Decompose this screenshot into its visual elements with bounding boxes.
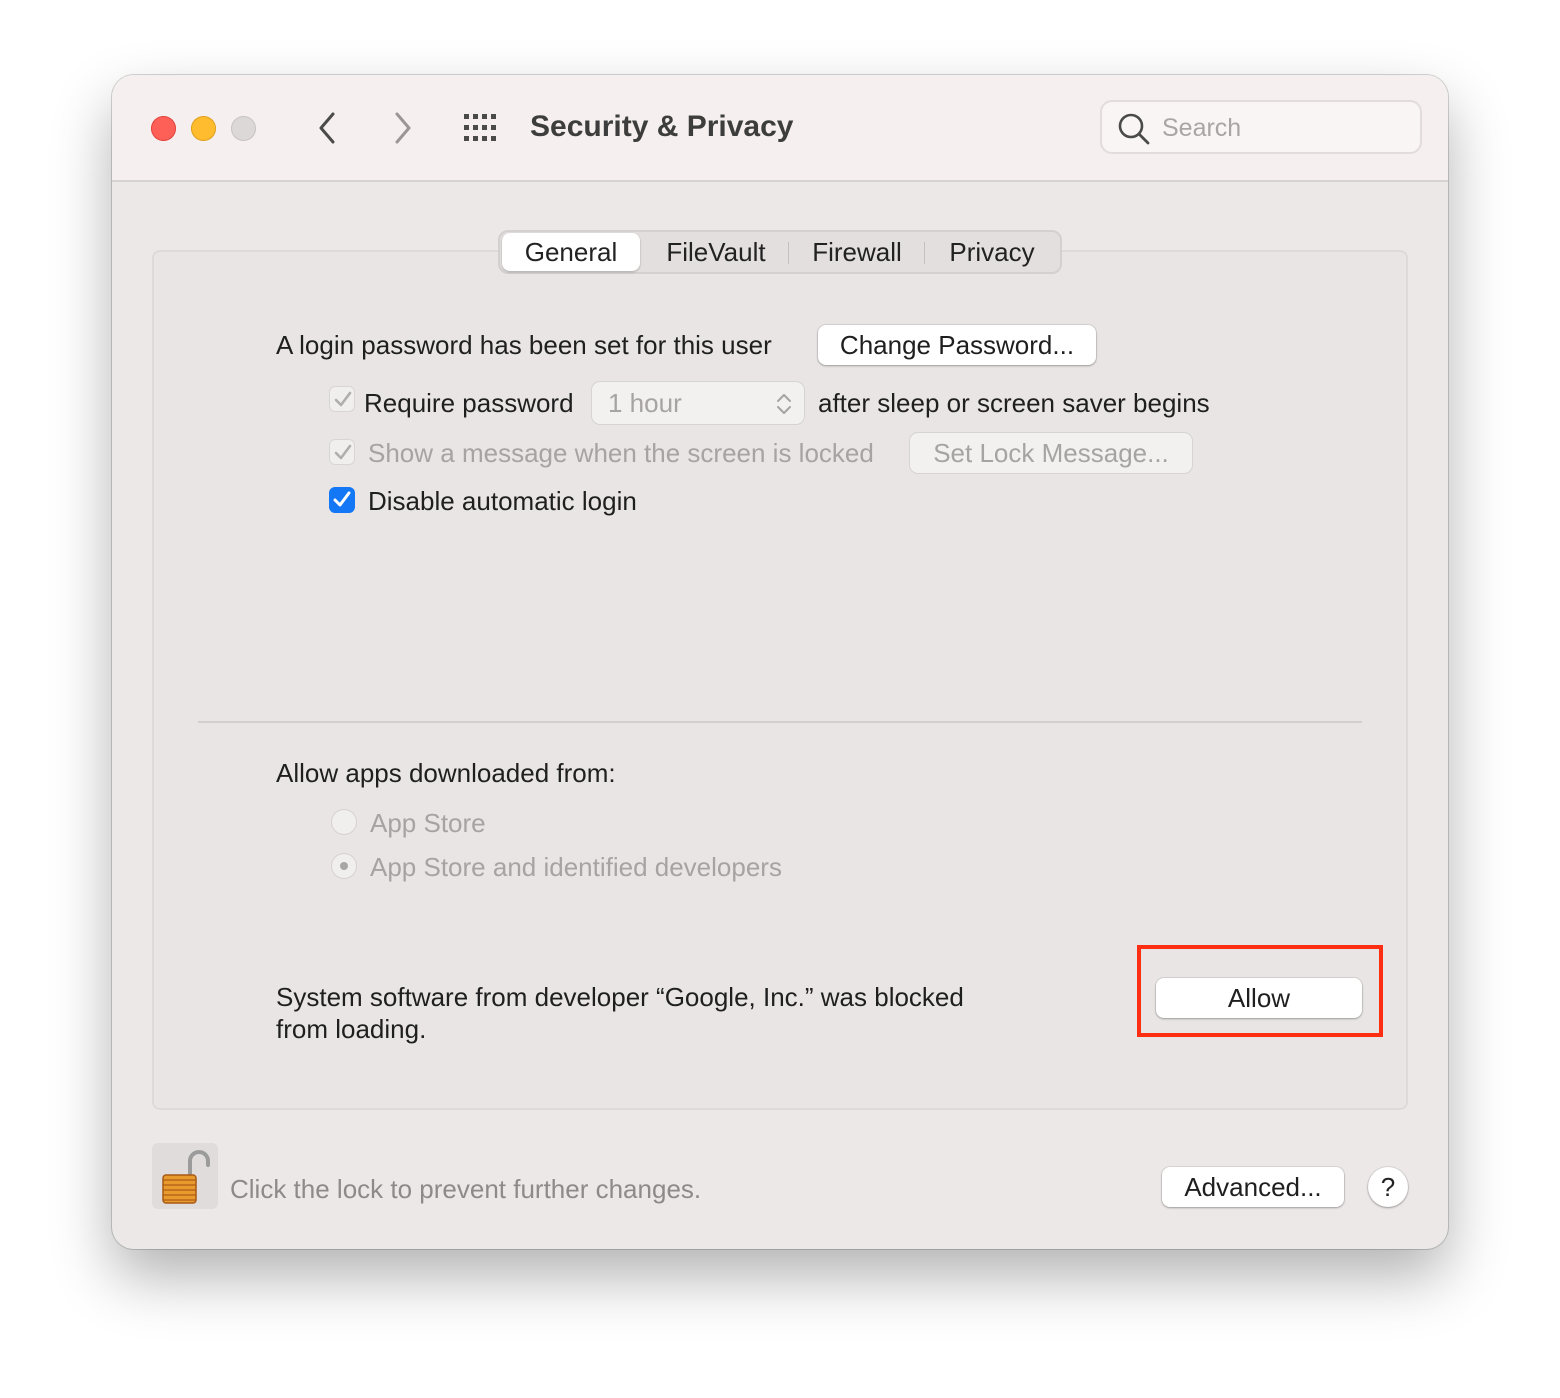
blocked-message-line2: from loading. <box>276 1014 427 1044</box>
radio-app-store-identified[interactable] <box>331 853 357 879</box>
set-lock-message-button[interactable]: Set Lock Message... <box>910 433 1192 473</box>
radio-dot <box>340 862 348 870</box>
chevron-right-icon <box>395 112 411 144</box>
require-password-label: Require password <box>364 388 574 418</box>
preferences-window: Security & Privacy General FileVault Fir… <box>112 75 1448 1249</box>
lock-button[interactable] <box>152 1143 218 1209</box>
search-field[interactable] <box>1100 100 1422 154</box>
checkmark-icon <box>334 391 352 407</box>
tab-filevault[interactable]: FileVault <box>642 232 790 272</box>
show-all-button[interactable] <box>462 111 502 145</box>
unlocked-lock-icon <box>152 1143 218 1209</box>
search-icon <box>1118 113 1150 145</box>
tab-general[interactable]: General <box>502 233 640 271</box>
back-button[interactable] <box>308 108 348 148</box>
radio-app-store[interactable] <box>331 809 357 835</box>
require-password-delay-select[interactable]: 1 hour <box>592 382 804 424</box>
require-password-suffix: after sleep or screen saver begins <box>818 388 1210 418</box>
zoom-button[interactable] <box>231 116 256 141</box>
disable-auto-login-label: Disable automatic login <box>368 486 637 516</box>
allow-apps-heading: Allow apps downloaded from: <box>276 758 616 788</box>
tab-firewall[interactable]: Firewall <box>790 232 924 272</box>
advanced-button[interactable]: Advanced... <box>1162 1167 1344 1207</box>
disable-auto-login-checkbox[interactable] <box>329 487 355 513</box>
chevron-left-icon <box>319 112 335 144</box>
window-title: Security & Privacy <box>530 110 794 143</box>
require-password-checkbox[interactable] <box>329 386 355 412</box>
radio-app-store-identified-label: App Store and identified developers <box>370 852 782 882</box>
tab-separator <box>788 242 789 264</box>
lock-status-text: Click the lock to prevent further change… <box>230 1174 702 1204</box>
grid-icon <box>464 114 496 141</box>
radio-app-store-label: App Store <box>370 808 486 838</box>
show-message-label: Show a message when the screen is locked <box>368 438 874 468</box>
select-value: 1 hour <box>608 387 682 418</box>
search-input[interactable] <box>1162 110 1402 146</box>
allow-button[interactable]: Allow <box>1156 978 1362 1018</box>
login-password-text: A login password has been set for this u… <box>276 330 772 360</box>
tab-privacy[interactable]: Privacy <box>924 232 1060 272</box>
show-message-checkbox[interactable] <box>329 439 355 465</box>
title-bar: Security & Privacy <box>112 75 1448 182</box>
help-button[interactable]: ? <box>1368 1167 1408 1207</box>
chevron-up-down-icon <box>777 394 791 414</box>
section-divider <box>198 721 1362 723</box>
checkmark-icon <box>334 444 352 460</box>
minimize-button[interactable] <box>191 116 216 141</box>
tab-bar: General FileVault Firewall Privacy <box>498 230 1062 274</box>
forward-button[interactable] <box>382 108 422 148</box>
checkmark-icon <box>333 491 351 507</box>
close-button[interactable] <box>151 116 176 141</box>
change-password-button[interactable]: Change Password... <box>818 325 1096 365</box>
blocked-message-line1: System software from developer “Google, … <box>276 982 964 1012</box>
